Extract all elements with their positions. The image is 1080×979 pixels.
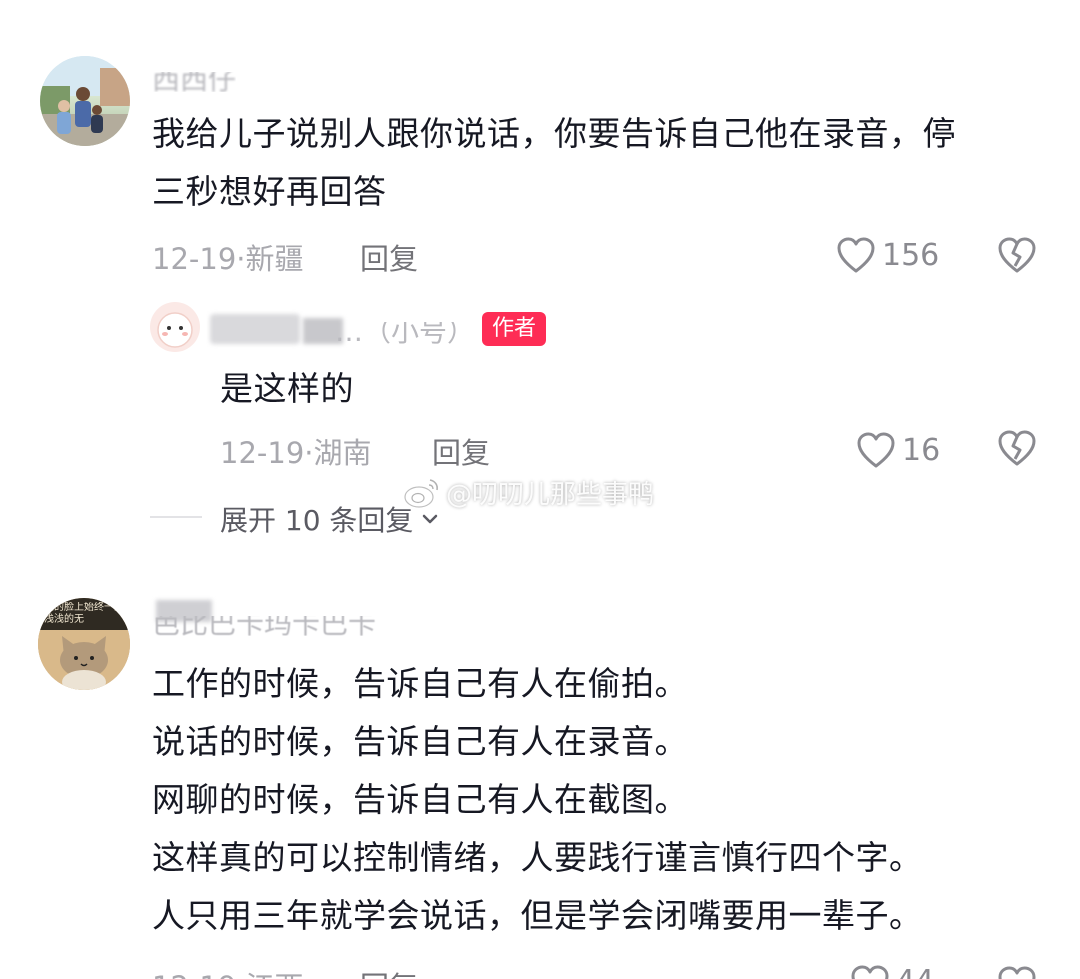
chevron-down-icon: [423, 514, 438, 524]
watermark-text: @叨叨儿那些事鸭: [446, 480, 655, 510]
reply-button[interactable]: 回复: [360, 964, 418, 979]
reply-like-count: 16: [902, 432, 941, 468]
comment-text-line: 我给儿子说别人跟你说话，你要告诉自己他在录音，停: [152, 114, 956, 153]
comment-location: 新疆: [245, 242, 304, 276]
broken-heart-icon: [998, 237, 1036, 273]
like-button[interactable]: 44: [850, 964, 934, 979]
like-button[interactable]: 156: [836, 233, 939, 277]
reply-meta: 12-19·湖南: [220, 430, 372, 472]
reply-username-blurred: [210, 314, 300, 344]
avatar-cartoon: [157, 312, 193, 348]
comment-text: 工作的时候，告诉自己有人在偷拍。 说话的时候，告诉自己有人在录音。 网聊的时候，…: [152, 655, 1052, 945]
avatar[interactable]: [40, 56, 130, 146]
author-badge: 作者: [482, 312, 547, 346]
dislike-button[interactable]: [996, 235, 1038, 275]
reply-avatar[interactable]: [150, 302, 200, 352]
avatar[interactable]: 我的脸上始终一抹浅浅的无: [38, 598, 130, 690]
comment-text: 我给儿子说别人跟你说话，你要告诉自己他在录音，停 三秒想好再回答: [152, 105, 1052, 221]
meta-separator: ·: [304, 436, 314, 470]
reply-button[interactable]: 回复: [360, 236, 418, 278]
reply-dislike-button[interactable]: [996, 428, 1038, 468]
comment-text-line: 三秒想好再回答: [152, 172, 387, 211]
reply-text: 是这样的: [220, 369, 354, 408]
like-count: 156: [882, 237, 940, 273]
comment-1: 西西仔 我给儿子说别人跟你说话，你要告诉自己他在录音，停 三秒想好再回答 12-…: [0, 0, 1080, 560]
heart-outline-icon: [856, 431, 896, 469]
broken-heart-icon: [998, 430, 1036, 466]
comment-date: 12-19: [152, 970, 236, 979]
comment-date: 12-19: [152, 242, 237, 276]
comment-text-line: 说话的时候，告诉自己有人在录音。: [152, 722, 688, 761]
comment-text-line: 人只用三年就学会说话，但是学会闭嘴要用一辈子。: [152, 896, 923, 935]
comment-username[interactable]: 西西仔: [152, 72, 236, 92]
expand-divider: [150, 516, 202, 518]
meta-separator: ·: [236, 242, 246, 276]
reply-date: 12-19: [220, 436, 305, 470]
comment-text-line: 网聊的时候，告诉自己有人在截图。: [152, 780, 688, 819]
avatar-photo: [40, 56, 130, 146]
avatar-caption: 我的脸上始终一抹浅浅的无: [44, 602, 124, 625]
reply-reply-button[interactable]: 回复: [432, 430, 490, 472]
watermark: @叨叨儿那些事鸭: [402, 474, 654, 511]
meta-separator: ·: [236, 970, 245, 979]
heart-outline-icon: [850, 964, 890, 979]
reply-like-button[interactable]: 16: [856, 428, 940, 472]
weibo-icon: [404, 478, 438, 508]
comment-2: 我的脸上始终一抹浅浅的无 芭比巴卡玛卡巴卡 工作的时候，告诉自己有人在偷拍。 说…: [0, 580, 1080, 979]
comment-meta: 12-19·江西: [152, 964, 304, 979]
reply-username[interactable]: …（小号）: [335, 322, 475, 344]
comment-text-line: 工作的时候，告诉自己有人在偷拍。: [152, 664, 688, 703]
comment-text-line: 这样真的可以控制情绪，人要践行谨言慎行四个字。: [152, 838, 923, 877]
dislike-button[interactable]: [996, 964, 1038, 979]
heart-outline-icon: [836, 236, 876, 274]
comment-meta: 12-19·新疆: [152, 236, 304, 278]
like-count: 44: [896, 964, 934, 979]
expand-label: 展开 10 条回复: [220, 504, 414, 537]
comment-location: 江西: [246, 970, 304, 979]
broken-heart-icon: [998, 966, 1036, 979]
reply-location: 湖南: [313, 436, 372, 470]
